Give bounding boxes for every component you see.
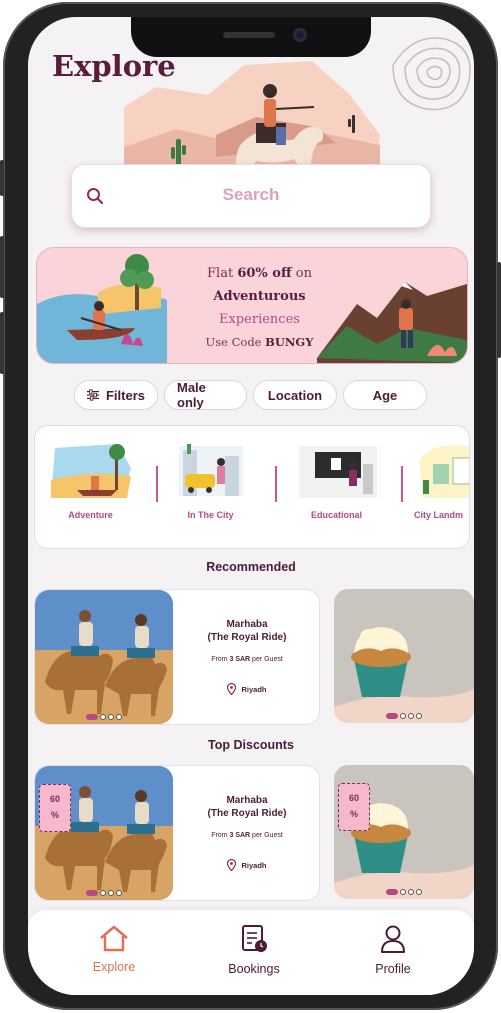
discount-tag: 60 %: [338, 783, 370, 831]
search-bar[interactable]: Search: [71, 164, 431, 228]
card-info: Marhaba (The Royal Ride) From 3 SAR per G…: [175, 766, 319, 871]
home-icon: [100, 925, 128, 952]
experience-location: Riyadh: [175, 683, 319, 695]
mute-switch: [0, 160, 4, 196]
camel-ride-photo: [35, 590, 173, 724]
carousel-dots: [86, 714, 122, 720]
category-label: Educational: [310, 510, 362, 520]
tab-label: Bookings: [228, 962, 280, 976]
topographic-decoration: [392, 37, 471, 111]
volume-down-button: [0, 312, 4, 374]
discount-cupcake-card[interactable]: 60 %: [334, 765, 474, 899]
experience-card[interactable]: Marhaba (The Royal Ride) From 3 SAR per G…: [34, 589, 320, 725]
tab-label: Profile: [375, 962, 411, 976]
category-label: City Landm: [413, 510, 463, 520]
landmark-thumbnail: [419, 445, 469, 498]
category-label: Adventure: [68, 510, 113, 520]
carousel-dots: [386, 713, 422, 719]
divider: [156, 466, 158, 502]
hiker-illustration: [317, 282, 467, 363]
front-camera: [293, 28, 307, 42]
power-button: [497, 262, 501, 358]
experience-name: Marhaba (The Royal Ride): [207, 795, 287, 819]
divider: [275, 466, 277, 502]
bookings-icon: [242, 925, 267, 952]
experience-name: Marhaba (The Royal Ride): [207, 619, 287, 643]
cupcake-photo: [334, 589, 474, 723]
category-adventure[interactable]: Adventure: [43, 440, 138, 520]
category-city-landmarks[interactable]: City Landm: [413, 440, 469, 521]
educational-thumbnail: [298, 446, 377, 498]
carousel-dots: [86, 890, 122, 896]
cupcake-experience-card[interactable]: [334, 589, 474, 723]
search-placeholder: Search: [222, 185, 280, 204]
carousel-dots: [386, 889, 422, 895]
discount-experience-card[interactable]: 60 % Marhaba (The Royal Ride) From 3 SAR …: [34, 765, 320, 901]
filter-chips: Filters Male only Location Age: [74, 380, 427, 412]
filter-chip-male-only[interactable]: Male only: [164, 380, 247, 410]
tab-bookings[interactable]: Bookings: [204, 924, 304, 976]
experience-price: From 3 SAR per Guest: [211, 832, 283, 839]
camel-ride-photo: 60 %: [35, 766, 173, 900]
kayak-illustration: [37, 254, 167, 363]
filter-chip-age[interactable]: Age: [343, 380, 427, 410]
volume-up-button: [0, 236, 4, 298]
top-discounts-heading: Top Discounts: [208, 738, 294, 752]
tab-profile[interactable]: Profile: [343, 924, 443, 976]
speaker: [223, 32, 275, 38]
location-pin-icon: [227, 859, 237, 871]
card-info: Marhaba (The Royal Ride) From 3 SAR per G…: [175, 590, 319, 695]
filters-button[interactable]: Filters: [74, 380, 158, 410]
category-in-the-city[interactable]: In The City: [163, 440, 258, 520]
location-pin-icon: [227, 683, 237, 695]
bottom-tab-bar: Explore Bookings Profile: [28, 910, 474, 995]
category-strip: Adventure In The City Educational City L…: [34, 425, 470, 549]
experience-location: Riyadh: [175, 859, 319, 871]
category-label: In The City: [187, 510, 234, 520]
tab-explore[interactable]: Explore: [64, 924, 164, 974]
promo-text: Flat 60% off on Adventurous Experiences …: [205, 266, 314, 349]
app-screen: Explore Search Flat 60% off on Adventuro…: [28, 17, 474, 995]
sliders-icon: [87, 389, 99, 401]
adventure-thumbnail: [50, 444, 131, 498]
tab-label: Explore: [92, 960, 136, 974]
filter-chip-location[interactable]: Location: [253, 380, 337, 410]
recommended-heading: Recommended: [206, 560, 296, 574]
experience-price: From 3 SAR per Guest: [211, 656, 283, 663]
divider: [401, 466, 403, 502]
category-educational[interactable]: Educational: [289, 440, 384, 520]
notch: [131, 17, 371, 57]
profile-icon: [381, 925, 405, 953]
city-thumbnail: [178, 444, 243, 496]
discount-tag: 60 %: [39, 784, 71, 832]
promo-banner[interactable]: Flat 60% off on Adventurous Experiences …: [36, 247, 468, 364]
